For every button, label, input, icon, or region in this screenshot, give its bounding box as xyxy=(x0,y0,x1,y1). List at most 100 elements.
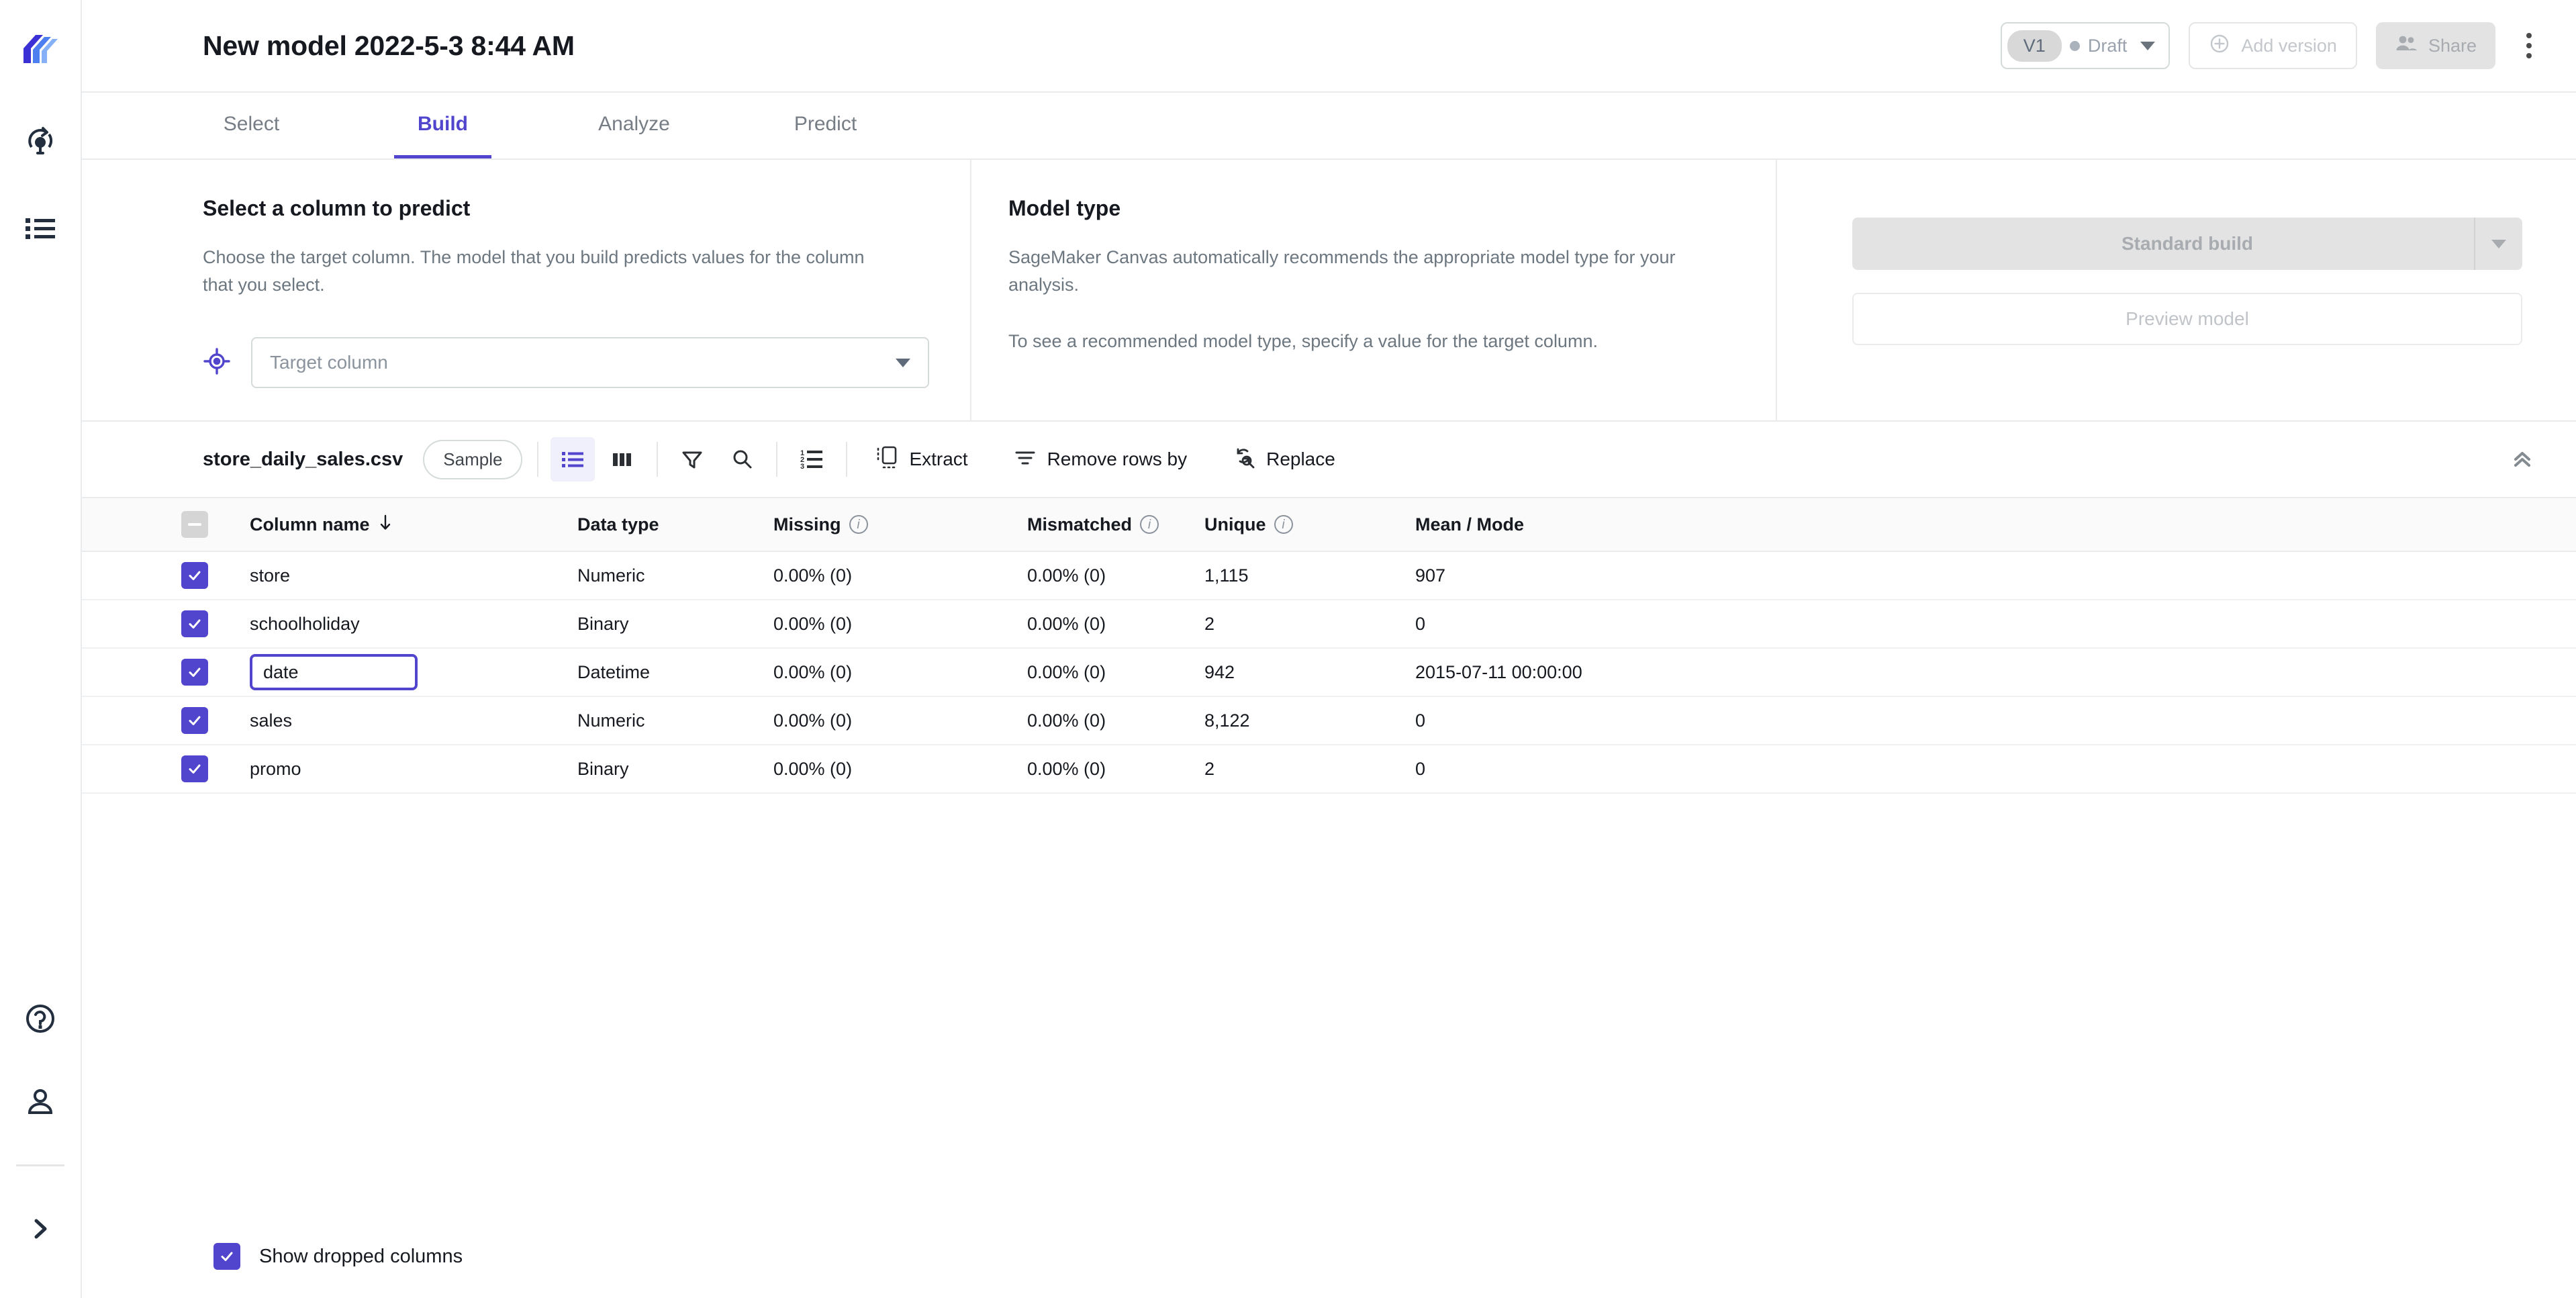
row-select-cell xyxy=(181,707,250,734)
row-checkbox[interactable] xyxy=(181,707,208,734)
data-toolbar: store_daily_sales.csv Sample 1 2 3 Extra… xyxy=(82,422,2576,497)
standard-build-button[interactable]: Standard build xyxy=(1852,218,2522,270)
filter-funnel-icon[interactable] xyxy=(670,437,714,481)
model-type-panel: Model type SageMaker Canvas automaticall… xyxy=(971,160,1777,420)
chevron-down-icon xyxy=(896,358,910,367)
replace-search-icon xyxy=(1233,446,1255,473)
info-icon[interactable]: i xyxy=(1140,515,1159,534)
row-select-cell xyxy=(181,562,250,589)
cell-mean-mode: 0 xyxy=(1415,710,1426,731)
cell-missing: 0.00% (0) xyxy=(773,613,853,634)
tab-predict[interactable]: Predict xyxy=(777,93,874,158)
app-header: New model 2022-5-3 8:44 AM V1 Draft Add … xyxy=(82,0,2576,93)
kebab-menu-icon[interactable] xyxy=(2514,25,2544,66)
table-row[interactable]: store Numeric 0.00% (0) 0.00% (0) 1,115 … xyxy=(82,552,2576,600)
double-chevron-up-icon[interactable] xyxy=(2501,438,2544,481)
preview-model-button[interactable]: Preview model xyxy=(1852,293,2522,345)
datasets-list-icon[interactable] xyxy=(19,208,61,250)
help-circle-icon[interactable] xyxy=(19,998,61,1039)
column-name-input[interactable] xyxy=(250,654,418,690)
toolbar-divider xyxy=(657,442,659,477)
chevron-right-icon[interactable] xyxy=(19,1208,61,1250)
info-icon[interactable]: i xyxy=(1274,515,1293,534)
dataset-file-name: store_daily_sales.csv xyxy=(203,448,403,470)
data-panel: store_daily_sales.csv Sample 1 2 3 Extra… xyxy=(82,422,2576,1298)
people-icon xyxy=(2395,34,2418,58)
extract-label: Extract xyxy=(909,449,968,469)
replace-button[interactable]: Replace xyxy=(1223,446,1345,473)
show-dropped-columns-checkbox[interactable] xyxy=(213,1243,240,1270)
row-checkbox[interactable] xyxy=(181,755,208,782)
target-column-row: Target column xyxy=(203,337,930,388)
table-row[interactable]: promo Binary 0.00% (0) 0.00% (0) 2 0 xyxy=(82,745,2576,794)
standard-build-label: Standard build xyxy=(2121,233,2253,254)
tab-build[interactable]: Build xyxy=(394,93,491,158)
cell-data-type: Numeric xyxy=(577,565,645,586)
model-type-description-1: SageMaker Canvas automatically recommend… xyxy=(1008,247,1676,295)
remove-rows-button[interactable]: Remove rows by xyxy=(1004,446,1197,473)
row-checkbox[interactable] xyxy=(181,659,208,686)
tab-select[interactable]: Select xyxy=(203,93,300,158)
cell-data-type: Binary xyxy=(577,613,629,634)
header-column-name-label: Column name xyxy=(250,514,370,535)
user-account-icon[interactable] xyxy=(19,1081,61,1123)
row-checkbox[interactable] xyxy=(181,610,208,637)
cell-column-name[interactable]: sales xyxy=(250,710,577,731)
rail-divider xyxy=(16,1164,64,1166)
rail-bottom-group xyxy=(0,998,81,1298)
select-all-checkbox[interactable] xyxy=(181,511,208,538)
numbered-list-icon[interactable]: 1 2 3 xyxy=(790,437,834,481)
table-row[interactable]: schoolholiday Binary 0.00% (0) 0.00% (0)… xyxy=(82,600,2576,649)
cell-mean-mode: 0 xyxy=(1415,758,1426,779)
cell-column-name[interactable] xyxy=(250,654,577,690)
cell-column-name[interactable]: promo xyxy=(250,759,577,780)
cell-mean-mode: 2015-07-11 00:00:00 xyxy=(1415,661,1582,682)
cell-column-name[interactable]: schoolholiday xyxy=(250,614,577,635)
cell-mismatched: 0.00% (0) xyxy=(1027,710,1106,731)
cell-mismatched: 0.00% (0) xyxy=(1027,661,1106,682)
status-dot-icon xyxy=(2069,40,2080,51)
app-root: New model 2022-5-3 8:44 AM V1 Draft Add … xyxy=(0,0,2576,1298)
version-chip: V1 xyxy=(2007,30,2062,62)
share-button[interactable]: Share xyxy=(2375,22,2495,69)
table-row[interactable]: sales Numeric 0.00% (0) 0.00% (0) 8,122 … xyxy=(82,697,2576,745)
main-area: New model 2022-5-3 8:44 AM V1 Draft Add … xyxy=(82,0,2576,1298)
cell-data-type: Datetime xyxy=(577,661,651,682)
build-options-dropdown[interactable] xyxy=(2474,218,2522,270)
header-missing: Missing i xyxy=(773,514,1027,535)
list-view-icon[interactable] xyxy=(551,437,595,481)
row-select-cell xyxy=(181,610,250,637)
tab-analyze[interactable]: Analyze xyxy=(585,93,683,158)
model-type-heading: Model type xyxy=(1008,196,1121,220)
model-lightbulb-icon[interactable] xyxy=(19,120,61,161)
plus-circle-icon xyxy=(2209,33,2230,59)
target-column-panel: Select a column to predict Choose the ta… xyxy=(82,160,971,420)
cell-mean-mode: 907 xyxy=(1415,565,1446,586)
cell-column-name[interactable]: store xyxy=(250,565,577,586)
sagemaker-canvas-logo-icon[interactable] xyxy=(19,31,61,73)
cell-mismatched: 0.00% (0) xyxy=(1027,565,1106,586)
header-column-name[interactable]: Column name xyxy=(250,514,577,536)
cell-missing: 0.00% (0) xyxy=(773,710,853,731)
version-status-dropdown[interactable]: V1 Draft xyxy=(2000,22,2170,69)
target-panel-heading: Select a column to predict xyxy=(203,196,471,220)
sample-badge[interactable]: Sample xyxy=(423,439,523,479)
remove-rows-label: Remove rows by xyxy=(1047,449,1188,469)
share-label: Share xyxy=(2428,35,2477,56)
column-view-icon[interactable] xyxy=(600,437,645,481)
page-title: New model 2022-5-3 8:44 AM xyxy=(203,30,575,61)
toolbar-divider xyxy=(537,442,539,477)
add-version-button[interactable]: Add version xyxy=(2189,22,2357,69)
target-column-select[interactable]: Target column xyxy=(251,337,929,388)
target-column-select-value: Target column xyxy=(270,352,388,373)
chevron-down-icon xyxy=(2140,41,2156,50)
cell-mismatched: 0.00% (0) xyxy=(1027,758,1106,779)
table-row[interactable]: Datetime 0.00% (0) 0.00% (0) 942 2015-07… xyxy=(82,649,2576,697)
row-checkbox[interactable] xyxy=(181,562,208,589)
cell-unique: 942 xyxy=(1204,661,1235,682)
info-icon[interactable]: i xyxy=(849,515,868,534)
cell-unique: 2 xyxy=(1204,758,1215,779)
search-icon[interactable] xyxy=(720,437,764,481)
target-crosshair-icon xyxy=(203,347,231,379)
extract-button[interactable]: Extract xyxy=(866,445,977,474)
